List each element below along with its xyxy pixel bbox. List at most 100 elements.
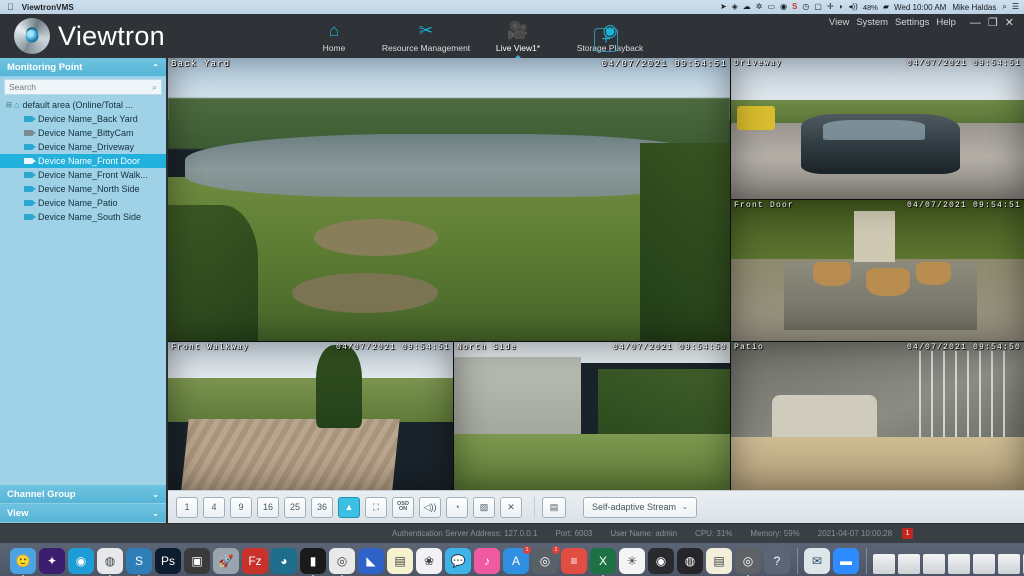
- dock-icon-textedit[interactable]: ▤: [706, 548, 732, 574]
- dock-icon-app-orange[interactable]: ▣: [184, 548, 210, 574]
- dock-icon-todoist[interactable]: ≡: [561, 548, 587, 574]
- battery-status[interactable]: 48%: [863, 3, 878, 12]
- dock-icon-itunes[interactable]: ♪: [474, 548, 500, 574]
- tree-root-default-area[interactable]: ⊟ ⌂ default area (Online/Total ...: [0, 98, 166, 112]
- clock-icon[interactable]: ◷: [802, 3, 809, 11]
- menu-system[interactable]: System: [856, 17, 888, 28]
- audio-button[interactable]: ◁)): [419, 496, 441, 518]
- dock-icon-app-blue[interactable]: ◣: [358, 548, 384, 574]
- slack-icon[interactable]: ✲: [756, 3, 763, 11]
- layout-button-25[interactable]: 25: [284, 496, 306, 518]
- dock-icon-viewtron-vms[interactable]: ◎: [735, 548, 761, 576]
- osd-toggle-button[interactable]: OSD ON: [392, 496, 414, 518]
- dock-icon-excel[interactable]: X: [590, 548, 616, 576]
- dock-icon-terminal[interactable]: ▮: [300, 548, 326, 576]
- video-cell-back-yard[interactable]: Back Yard 04/07/2021 09:54:51: [168, 58, 730, 341]
- monitoring-point-header[interactable]: Monitoring Point ⌃: [0, 58, 166, 77]
- search-icon[interactable]: ⌕: [152, 82, 157, 93]
- dock-icon-photos[interactable]: ❀: [416, 548, 442, 574]
- menu-help[interactable]: Help: [936, 17, 956, 28]
- video-cell-driveway[interactable]: Driveway 04/07/2021 09:54:51: [731, 58, 1024, 199]
- device-tree-item[interactable]: Device Name_South Side: [0, 210, 166, 224]
- close-button[interactable]: ✕: [1005, 16, 1014, 29]
- airplay-icon[interactable]: ➤: [720, 3, 727, 11]
- minimized-window-3[interactable]: [923, 554, 945, 574]
- device-tree-item[interactable]: Device Name_Front Walk...: [0, 168, 166, 182]
- dock-icon-app-pink[interactable]: ◍: [97, 548, 123, 576]
- dock-icon-notes[interactable]: ▤: [387, 548, 413, 574]
- nav-item-home[interactable]: ⌂ Home: [288, 19, 380, 53]
- view-header[interactable]: View ⌄: [0, 504, 166, 523]
- cloud-icon[interactable]: ☁: [743, 3, 751, 11]
- dock-icon-viewtron[interactable]: ◎ 1: [532, 546, 560, 574]
- dock-icon-chrome[interactable]: ◎: [329, 548, 355, 576]
- dock-icon-obs[interactable]: ◉: [648, 548, 674, 574]
- nav-item-resource-management[interactable]: ✂ Resource Management: [380, 19, 472, 53]
- add-tab-button[interactable]: +: [594, 28, 618, 52]
- layout-button-4[interactable]: 4: [203, 496, 225, 518]
- minimized-window-6[interactable]: [998, 554, 1020, 574]
- video-cell-front-door[interactable]: Front Door 04/07/2021 09:54:51: [731, 200, 1024, 341]
- nav-item-live-view[interactable]: 🎥 Live View1*: [472, 19, 564, 53]
- menubar-user[interactable]: Mike Haldas: [952, 3, 996, 12]
- minimized-window-1[interactable]: [873, 554, 895, 574]
- layout-button-36[interactable]: 36: [311, 496, 333, 518]
- maximize-button[interactable]: ❐: [988, 16, 998, 29]
- dock-icon-sublime[interactable]: S: [126, 548, 152, 576]
- layout-button-1[interactable]: 1: [176, 496, 198, 518]
- minimized-window-5[interactable]: [973, 554, 995, 574]
- layout-button-16[interactable]: 16: [257, 496, 279, 518]
- minimized-window-2[interactable]: [898, 554, 920, 574]
- layout-button-9[interactable]: 9: [230, 496, 252, 518]
- device-tree-item[interactable]: Device Name_North Side: [0, 182, 166, 196]
- search-input[interactable]: [9, 82, 152, 92]
- dock-icon-photoshop[interactable]: Ps: [155, 548, 181, 574]
- menu-view[interactable]: View: [829, 17, 849, 28]
- ptz-disable-button[interactable]: ▨: [473, 496, 495, 518]
- dock-icon-launchpad[interactable]: 🚀: [213, 548, 239, 574]
- menu-settings[interactable]: Settings: [895, 17, 929, 28]
- stream-type-select[interactable]: Self-adaptive Stream ⌄: [583, 496, 697, 518]
- dock-icon-help[interactable]: ?: [764, 548, 790, 574]
- dock-icon-messages[interactable]: 💬: [445, 548, 471, 574]
- dock-icon-app-store[interactable]: A1: [503, 546, 531, 574]
- snapshot-button[interactable]: ◔: [446, 496, 468, 518]
- dock-icon-app-teal[interactable]: ◉: [68, 548, 94, 574]
- aspect-ratio-button[interactable]: ▲: [338, 496, 360, 518]
- device-tree-item[interactable]: Device Name_Patio: [0, 196, 166, 210]
- shortcut-s-icon[interactable]: S: [792, 3, 797, 11]
- channel-group-header[interactable]: Channel Group ⌄: [0, 485, 166, 504]
- close-all-button[interactable]: ✕: [500, 496, 522, 518]
- custom-layout-button[interactable]: ▤: [542, 496, 566, 518]
- display-icon[interactable]: ▢: [814, 3, 822, 11]
- mail-icon[interactable]: ✉: [804, 548, 830, 574]
- camera-icon[interactable]: ◉: [780, 3, 787, 11]
- dock-icon-film[interactable]: ◍: [677, 548, 703, 574]
- dock-icon-app-globe[interactable]: ◕: [271, 548, 297, 574]
- dock-icon-finder[interactable]: 🙂: [10, 548, 36, 576]
- dock-icon-app-purple[interactable]: ✦: [39, 548, 65, 574]
- minimized-window-4[interactable]: [948, 554, 970, 574]
- device-tree-item[interactable]: Device Name_BittyCam: [0, 126, 166, 140]
- fullscreen-button[interactable]: ⛶: [365, 496, 387, 518]
- apple-menu-icon[interactable]: : [7, 2, 14, 12]
- wifi-icon[interactable]: ◗: [839, 3, 844, 11]
- video-cell-front-walkway[interactable]: Front Walkway 04/07/2021 09:54:51: [168, 342, 453, 490]
- device-tree-item[interactable]: Device Name_Front Door: [0, 154, 166, 168]
- screen-record-icon[interactable]: ▭: [768, 3, 776, 11]
- control-center-icon[interactable]: ☰: [1012, 3, 1019, 11]
- dropbox-icon[interactable]: ◈: [732, 3, 738, 11]
- menubar-clock[interactable]: Wed 10:00 AM: [894, 3, 946, 12]
- zoom-icon[interactable]: ▬: [833, 548, 859, 574]
- device-tree-item[interactable]: Device Name_Driveway: [0, 140, 166, 154]
- volume-icon[interactable]: ◂)): [848, 3, 857, 11]
- active-app-name[interactable]: ViewtronVMS: [22, 3, 74, 12]
- dock-icon-filezilla[interactable]: Fz: [242, 548, 268, 574]
- device-tree-item[interactable]: Device Name_Back Yard: [0, 112, 166, 126]
- alert-badge[interactable]: 1: [902, 528, 914, 539]
- bluetooth-icon[interactable]: ✛: [827, 3, 834, 11]
- video-cell-north-side[interactable]: North Side 04/07/2021 09:54:50: [454, 342, 730, 490]
- expander-icon[interactable]: ⊟: [6, 101, 14, 109]
- spotlight-search-icon[interactable]: ⌕: [1002, 3, 1006, 11]
- minimize-button[interactable]: —: [970, 17, 981, 29]
